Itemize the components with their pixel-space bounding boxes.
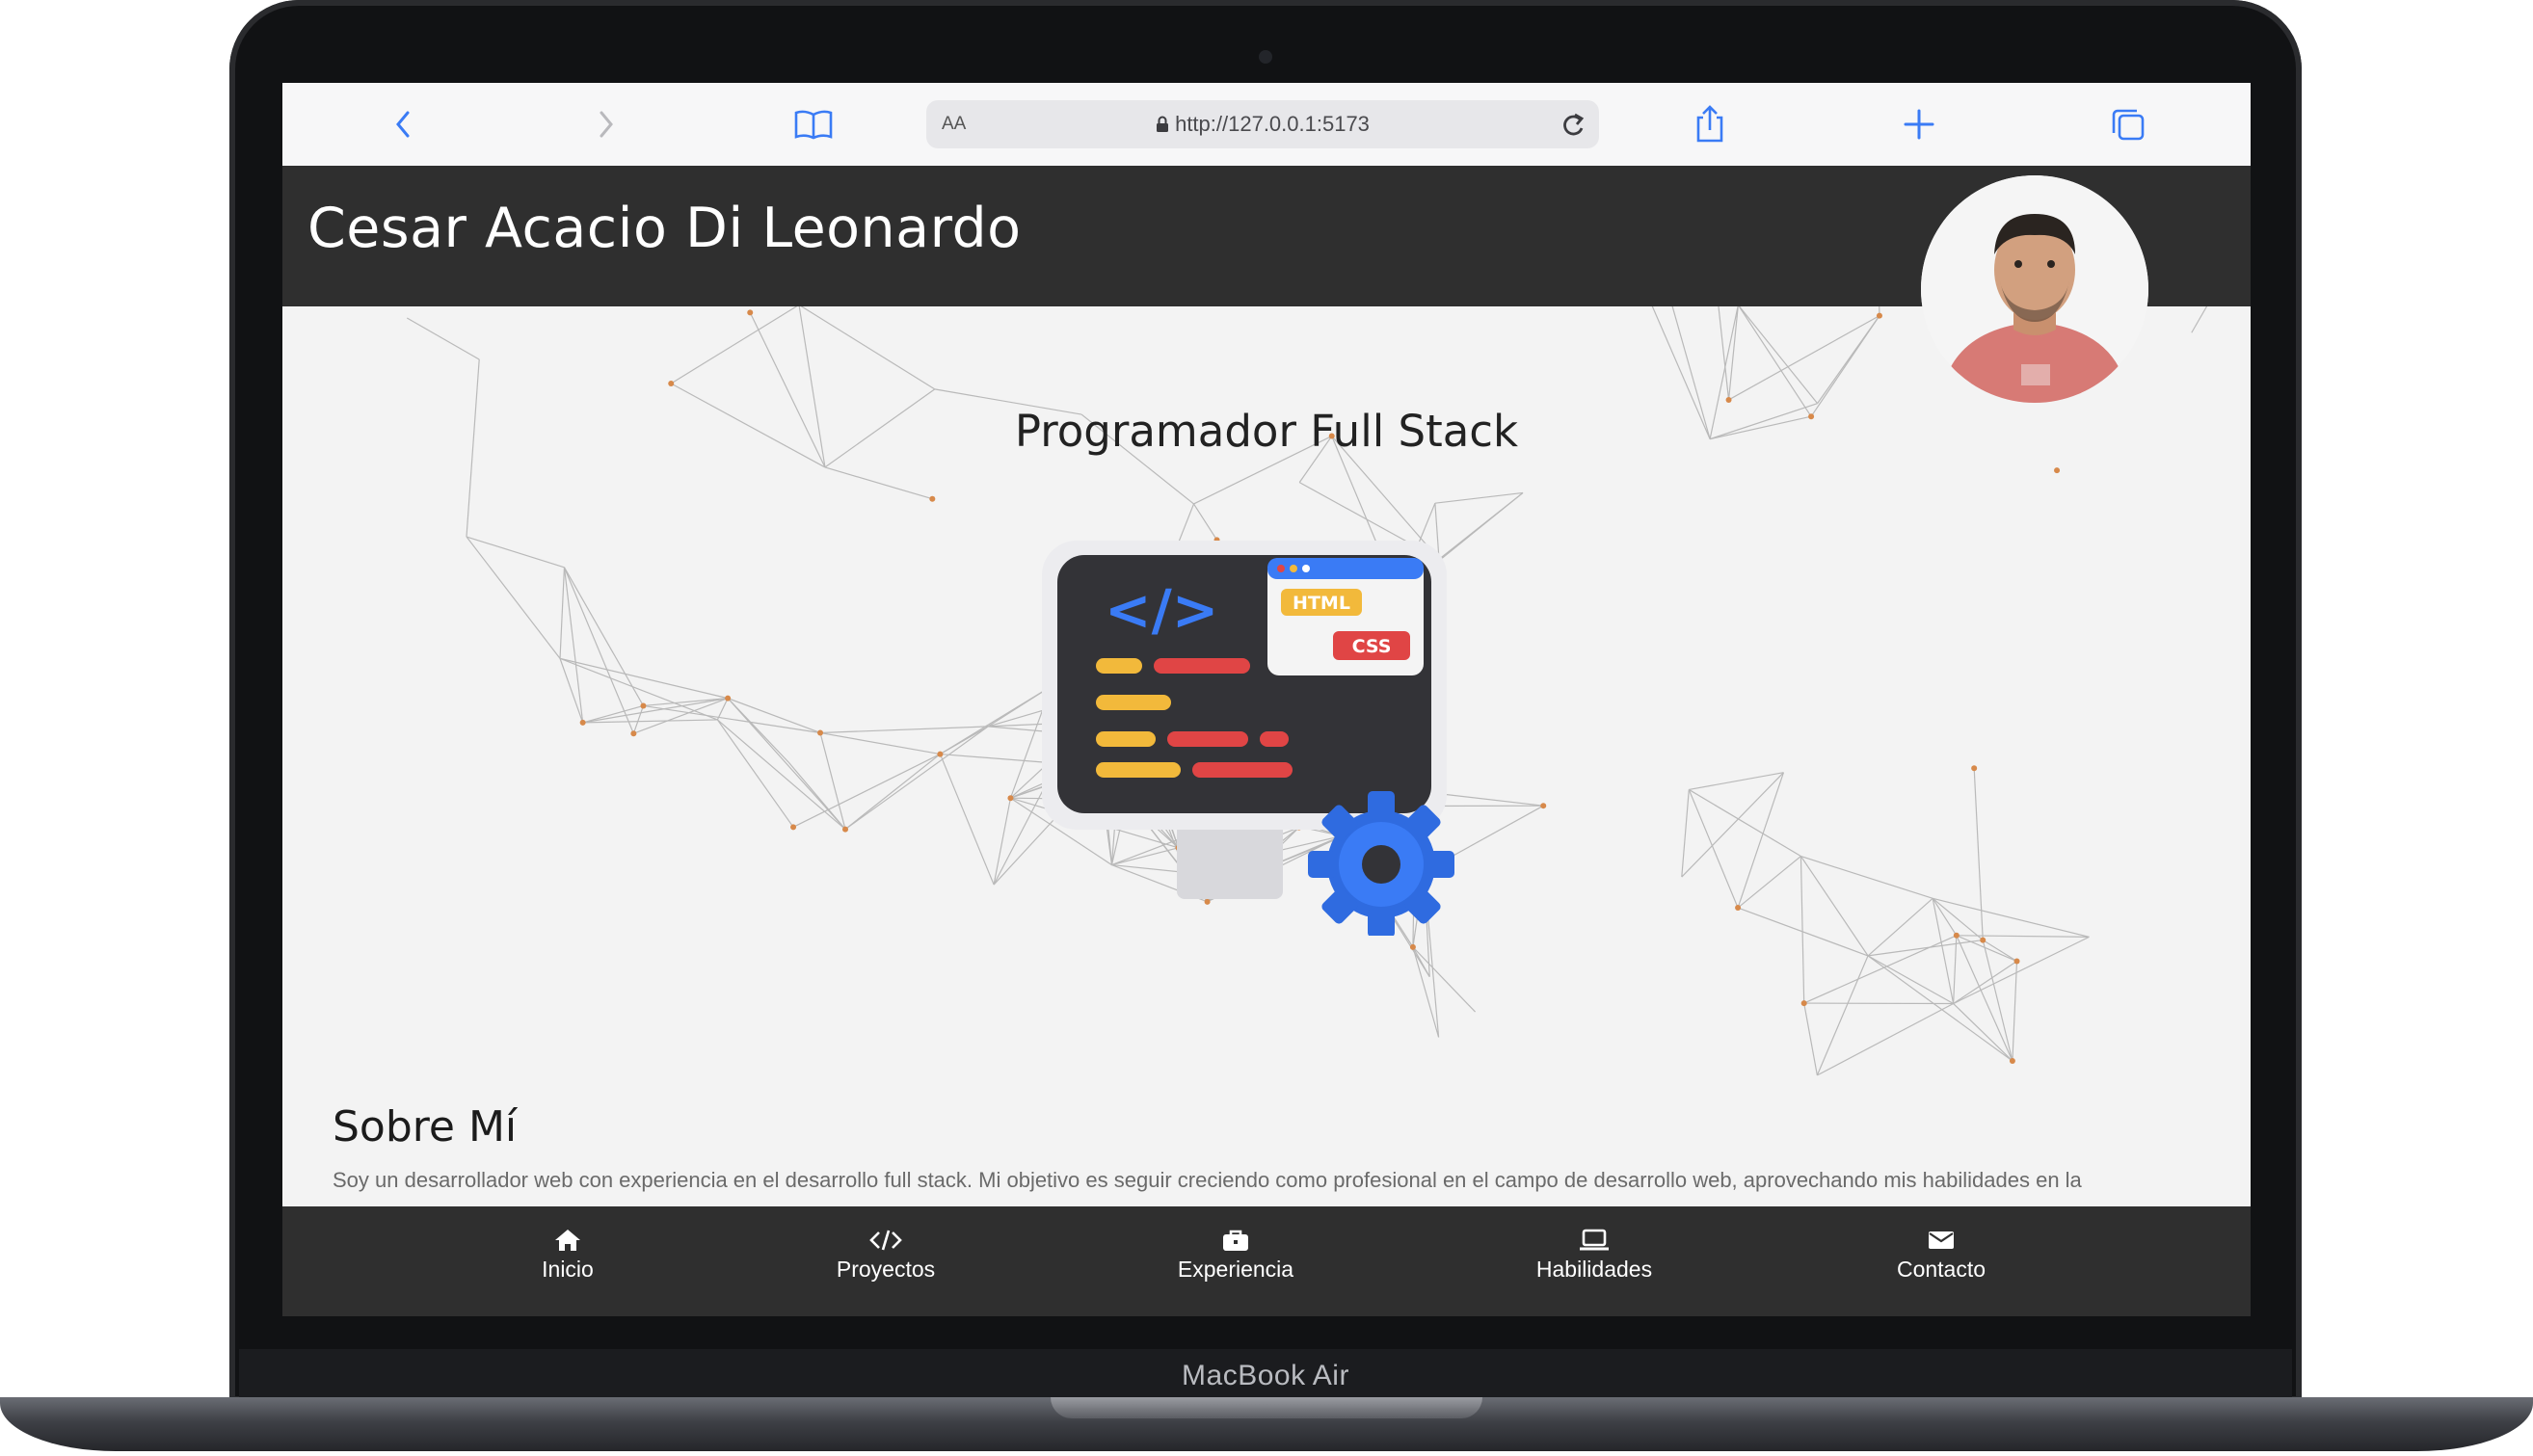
nav-inicio[interactable]: Inicio (471, 1226, 664, 1283)
reader-icon[interactable] (789, 100, 838, 148)
url-text: http://127.0.0.1:5173 (1175, 112, 1370, 136)
share-icon[interactable] (1686, 100, 1734, 148)
code-symbol: </> (1105, 577, 1218, 643)
network-node (937, 751, 944, 757)
gear-icon (1308, 791, 1454, 936)
screen: AA http://127.0.0.1:5173 Cesar Acacio Di… (282, 83, 2251, 1316)
network-node (842, 826, 849, 833)
css-badge: CSS (1352, 636, 1392, 657)
nav-experiencia[interactable]: Experiencia (1139, 1226, 1332, 1283)
network-node (630, 730, 637, 737)
network-node (2054, 467, 2061, 474)
nav-habilidades[interactable]: Habilidades (1498, 1226, 1691, 1283)
network-node (1735, 905, 1742, 912)
network-node (1980, 937, 1986, 943)
nav-label: Proyectos (836, 1257, 936, 1282)
camera-icon (1259, 50, 1272, 64)
back-icon[interactable] (379, 100, 427, 148)
network-node (1540, 803, 1547, 809)
nav-label: Experiencia (1177, 1257, 1294, 1282)
device-label: MacBook Air (239, 1349, 2292, 1397)
network-node (1953, 932, 1960, 939)
hero-subtitle: Programador Full Stack (1014, 406, 1519, 457)
nav-label: Inicio (542, 1257, 594, 1282)
laptop-icon (1498, 1226, 1691, 1255)
laptop-notch (1051, 1397, 1482, 1418)
network-node (1876, 312, 1882, 319)
lock-icon (1157, 116, 1169, 132)
network-node (790, 824, 797, 831)
network-node (2009, 1058, 2015, 1065)
forward-icon[interactable] (582, 100, 630, 148)
site-title: Cesar Acacio Di Leonardo (307, 197, 1022, 260)
network-node (640, 702, 647, 709)
code-monitor-illustration: </> HTML CSS (1042, 541, 1454, 936)
reload-icon[interactable] (1559, 109, 1587, 140)
about-title: Sobre Mí (333, 1102, 518, 1152)
nav-contacto[interactable]: Contacto (1845, 1226, 2038, 1283)
network-node (668, 380, 675, 386)
nav-label: Habilidades (1535, 1257, 1653, 1282)
html-badge: HTML (1293, 593, 1350, 614)
network-node (725, 695, 732, 702)
network-node (2013, 958, 2020, 965)
network-node (817, 729, 824, 736)
nav-proyectos[interactable]: Proyectos (789, 1226, 982, 1283)
network-node (747, 309, 754, 316)
network-node (1409, 943, 1416, 950)
new-tab-icon[interactable] (1895, 100, 1943, 148)
network-node (1007, 795, 1014, 802)
tabs-icon[interactable] (2104, 100, 2152, 148)
code-icon (789, 1226, 982, 1255)
network-node (1800, 1000, 1807, 1007)
home-icon (471, 1226, 664, 1255)
network-node (579, 719, 586, 726)
envelope-icon (1845, 1226, 2038, 1255)
briefcase-icon (1139, 1226, 1332, 1255)
network-node (929, 495, 936, 502)
bottom-nav: Inicio Proyectos Experiencia Habilidades… (282, 1206, 2251, 1316)
address-bar[interactable]: AA http://127.0.0.1:5173 (926, 100, 1599, 148)
network-node (1971, 765, 1978, 772)
avatar (1921, 175, 2148, 403)
nav-label: Contacto (1896, 1257, 1986, 1282)
network-node (1725, 396, 1732, 403)
browser-toolbar: AA http://127.0.0.1:5173 (282, 83, 2251, 167)
